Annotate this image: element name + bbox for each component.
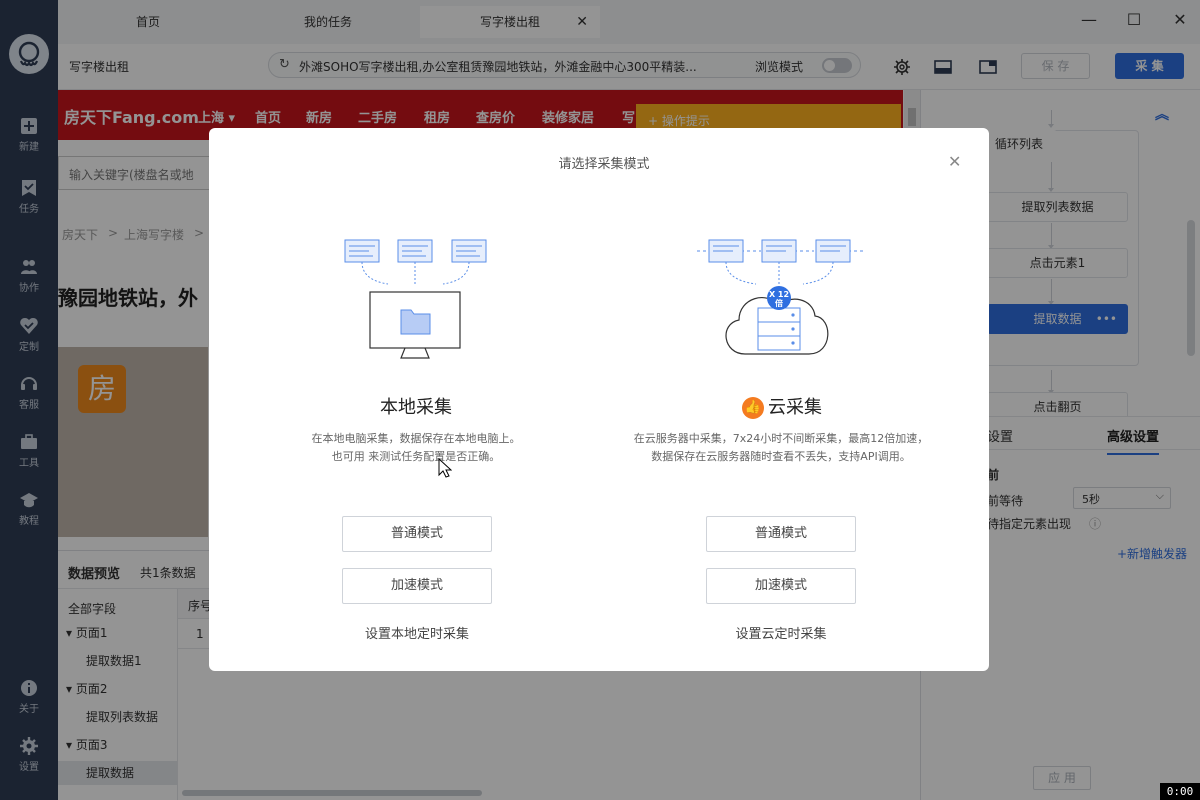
- cloud-collect-description: 在云服务器中采集，7x24小时不间断采集，最高12倍加速， 数据保存在云服务器随…: [591, 430, 971, 466]
- cloud-fast-mode-button[interactable]: 加速模式: [706, 568, 856, 604]
- cloud-desc-line2: 数据保存在云服务器随时查看不丢失，支持API调用。: [651, 450, 911, 463]
- thumbs-up-icon: 👍: [742, 397, 764, 419]
- local-normal-mode-button[interactable]: 普通模式: [342, 516, 492, 552]
- cloud-normal-mode-button[interactable]: 普通模式: [706, 516, 856, 552]
- local-fast-mode-button[interactable]: 加速模式: [342, 568, 492, 604]
- cloud-collect-title: 👍 云采集: [587, 393, 977, 419]
- local-desc-line1: 在本地电脑采集，数据保存在本地电脑上。: [311, 432, 521, 445]
- local-desc-line2: 也可用 来测试任务配置是否正确。: [331, 450, 501, 463]
- mouse-cursor-icon: [438, 458, 452, 478]
- collect-mode-dialog: 请选择采集模式 ✕ 本地采集 在本地电脑采集，数据保存在本地电脑上。 也可用 来…: [209, 128, 989, 671]
- recording-timer: 0:00: [1160, 783, 1200, 800]
- cloud-title-text: 云采集: [768, 397, 822, 418]
- cloud-collect-column: X 12倍 👍 云采集 在云服务器中采集，7x24小时不间断采集，最高12倍加速，…: [573, 128, 963, 671]
- local-collect-illustration: [344, 239, 487, 359]
- local-schedule-link[interactable]: 设置本地定时采集: [209, 623, 625, 642]
- local-collect-title: 本地采集: [380, 397, 452, 418]
- local-collect-column: 本地采集 在本地电脑采集，数据保存在本地电脑上。 也可用 来测试任务配置是否正确…: [209, 128, 599, 671]
- cloud-schedule-link[interactable]: 设置云定时采集: [573, 623, 989, 642]
- local-collect-description: 在本地电脑采集，数据保存在本地电脑上。 也可用 来测试任务配置是否正确。: [221, 430, 611, 466]
- speed-badge: X 12倍: [768, 290, 790, 308]
- cloud-desc-line1: 在云服务器中采集，7x24小时不间断采集，最高12倍加速，: [633, 432, 929, 445]
